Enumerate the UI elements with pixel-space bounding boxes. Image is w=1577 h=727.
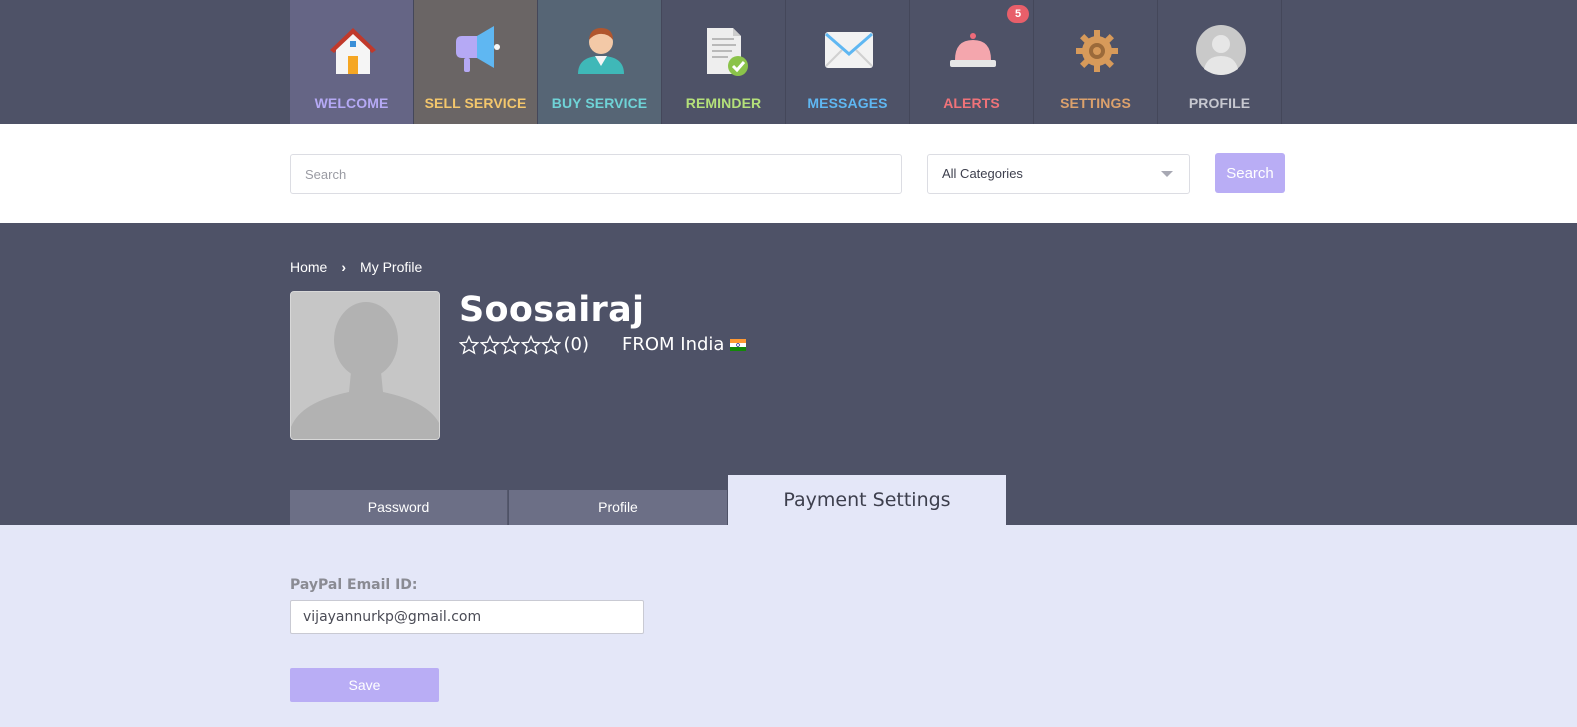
star-outline-icon: [541, 334, 561, 355]
nav-item-welcome[interactable]: WELCOME: [290, 0, 414, 124]
avatar-icon: [1195, 22, 1247, 78]
nav-item-messages[interactable]: MESSAGES: [786, 0, 910, 124]
nav-item-reminder[interactable]: REMINDER: [662, 0, 786, 124]
star-outline-icon: [520, 334, 541, 355]
house-icon: [327, 22, 379, 78]
bell-icon: [947, 22, 999, 78]
save-button[interactable]: Save: [290, 668, 439, 702]
rating-count: (0): [563, 334, 590, 355]
tab-password[interactable]: Password: [290, 490, 508, 525]
tab-profile[interactable]: Profile: [509, 490, 727, 525]
breadcrumb: Home › My Profile: [290, 259, 422, 275]
star-outline-icon: [500, 334, 520, 355]
profile-avatar: [290, 291, 440, 440]
alerts-count-badge: 5: [1007, 5, 1029, 23]
nav-label-sell-service: SELL SERVICE: [424, 95, 527, 111]
category-select[interactable]: All Categories: [927, 154, 1190, 194]
nav-item-settings[interactable]: SETTINGS: [1034, 0, 1158, 124]
nav-label-alerts: ALERTS: [943, 95, 1000, 111]
nav-label-settings: SETTINGS: [1060, 95, 1131, 111]
nav-items: WELCOME SELL SERVICE BUY SERVICE REMINDE…: [290, 0, 1282, 124]
envelope-icon: [823, 22, 875, 78]
nav-item-profile[interactable]: PROFILE: [1158, 0, 1282, 124]
rating-stars: [459, 334, 562, 355]
tab-payment-settings[interactable]: Payment Settings: [728, 475, 1006, 525]
nav-item-alerts[interactable]: 5 ALERTS: [910, 0, 1034, 124]
user-icon: [575, 22, 627, 78]
paypal-email-field[interactable]: [290, 600, 644, 634]
payment-settings-form: PayPal Email ID: Save: [0, 525, 1577, 727]
category-select-value: All Categories: [942, 166, 1023, 181]
rating-row: (0) FROM India: [459, 334, 747, 355]
nav-label-buy-service: BUY SERVICE: [551, 95, 648, 111]
top-navigation: WELCOME SELL SERVICE BUY SERVICE REMINDE…: [0, 0, 1577, 124]
nav-label-welcome: WELCOME: [314, 95, 389, 111]
profile-header: Home › My Profile Soosairaj (0) FROM Ind…: [0, 223, 1577, 525]
nav-label-reminder: REMINDER: [685, 95, 762, 111]
india-flag-icon: [730, 338, 747, 351]
search-button[interactable]: Search: [1215, 153, 1285, 193]
breadcrumb-current: My Profile: [360, 259, 423, 275]
search-bar: All Categories Search: [0, 124, 1577, 223]
nav-item-sell-service[interactable]: SELL SERVICE: [414, 0, 538, 124]
user-location: FROM India: [622, 334, 725, 355]
document-check-icon: [699, 22, 751, 78]
paypal-email-label: PayPal Email ID:: [290, 577, 418, 593]
nav-label-messages: MESSAGES: [807, 95, 888, 111]
star-outline-icon: [459, 334, 479, 355]
user-name: Soosairaj: [459, 290, 645, 330]
nav-label-profile: PROFILE: [1188, 95, 1251, 111]
breadcrumb-home-link[interactable]: Home: [290, 259, 327, 275]
megaphone-icon: [451, 22, 503, 78]
breadcrumb-separator: ›: [341, 259, 347, 275]
search-input[interactable]: [290, 154, 902, 194]
nav-item-buy-service[interactable]: BUY SERVICE: [538, 0, 662, 124]
star-outline-icon: [479, 334, 500, 355]
gear-icon: [1071, 22, 1123, 78]
chevron-down-icon: [1161, 171, 1173, 177]
